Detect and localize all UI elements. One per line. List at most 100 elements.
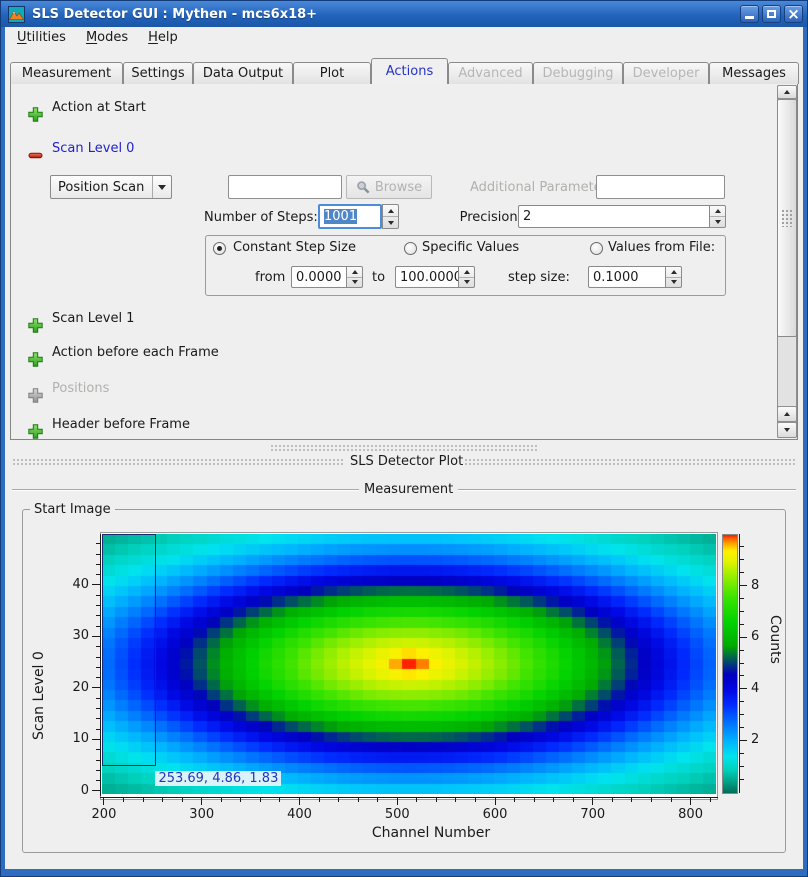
x-axis-minor-tick	[553, 798, 554, 802]
y-axis-minor-tick	[96, 564, 100, 565]
maximize-button[interactable]	[762, 5, 781, 23]
scan-level-0-item[interactable]: Scan Level 0	[52, 141, 134, 156]
x-axis-tick-label: 200	[84, 807, 124, 822]
from-value: 0.0000	[296, 270, 342, 285]
x-axis-minor-tick	[162, 798, 163, 802]
specific-values-label[interactable]: Specific Values	[422, 240, 519, 255]
y-axis-minor-tick	[96, 646, 100, 647]
colorbar-minor-tick	[740, 598, 744, 599]
x-axis-tick-label: 700	[573, 807, 613, 822]
tab-debugging[interactable]: Debugging	[533, 62, 623, 84]
tab-actions[interactable]: Actions	[371, 58, 448, 84]
spin-down-icon[interactable]	[459, 278, 474, 288]
number-of-steps-label: Number of Steps:	[204, 210, 316, 225]
browse-button[interactable]: Browse	[346, 175, 432, 199]
scroll-up-button[interactable]	[777, 85, 797, 99]
tab-advanced[interactable]: Advanced	[448, 62, 533, 84]
precision-arrows[interactable]	[709, 205, 726, 228]
precision-value: 2	[523, 209, 531, 224]
constant-step-size-label[interactable]: Constant Step Size	[233, 240, 356, 255]
spin-up-icon[interactable]	[666, 267, 681, 278]
actions-tab-page: Action at Start Scan Level 0 Position Sc…	[10, 83, 798, 440]
tab-settings[interactable]: Settings	[123, 62, 193, 84]
scroll-down-button[interactable]	[777, 422, 797, 438]
spin-up-icon[interactable]	[347, 267, 362, 278]
y-axis-minor-tick	[96, 770, 100, 771]
menu-modes[interactable]: Modes	[78, 28, 136, 47]
y-axis-tick-label: 40	[61, 577, 89, 592]
zoom-selection-rect[interactable]	[102, 534, 156, 766]
scroll-up-button-2[interactable]	[777, 406, 797, 422]
y-axis-minor-tick	[96, 677, 100, 678]
header-before-frame-item[interactable]: Header before Frame	[52, 417, 190, 432]
y-axis-tick-label: 10	[61, 731, 89, 746]
colorbar-tick-label: 2	[751, 732, 775, 747]
menu-help[interactable]: Help	[140, 28, 186, 47]
collapse-minus-icon	[28, 148, 43, 163]
constant-step-size-radio[interactable]	[213, 242, 226, 255]
number-of-steps-spinbox[interactable]: 1001	[318, 204, 399, 229]
step-size-spinbox[interactable]: 0.1000	[588, 266, 682, 288]
x-axis-tick-label: 800	[671, 807, 711, 822]
menu-bar: UtilitiesModesHelp	[5, 27, 803, 48]
x-axis-minor-tick	[240, 798, 241, 802]
values-from-file-radio[interactable]	[590, 242, 603, 255]
y-axis-tick	[92, 739, 100, 740]
splitter-handle[interactable]	[270, 444, 538, 451]
precision-spinbox[interactable]: 2	[518, 205, 726, 228]
tab-data-output[interactable]: Data Output	[193, 62, 293, 84]
from-spinbox[interactable]: 0.0000	[291, 266, 363, 288]
number-of-steps-arrows[interactable]	[382, 204, 399, 229]
tab-messages[interactable]: Messages	[709, 62, 799, 84]
tab-developer[interactable]: Developer	[623, 62, 709, 84]
colorbar-minor-tick	[740, 779, 744, 780]
dock-handle-texture-right	[464, 458, 796, 466]
specific-values-radio[interactable]	[404, 242, 417, 255]
spin-down-icon[interactable]	[710, 217, 725, 227]
window-title: SLS Detector GUI : Mythen - mcs6x18+	[32, 7, 317, 22]
scan-level-1-item[interactable]: Scan Level 1	[52, 311, 134, 326]
menu-utilities[interactable]: Utilities	[9, 28, 74, 47]
heatmap-canvas[interactable]	[102, 534, 716, 794]
spin-up-icon[interactable]	[383, 205, 398, 217]
y-axis-title: Scan Level 0	[31, 600, 47, 740]
to-spinbox[interactable]: 100.0000	[395, 266, 475, 288]
expand-plus-icon-disabled	[28, 388, 43, 403]
tab-plot[interactable]: Plot	[293, 62, 371, 84]
title-bar[interactable]: SLS Detector GUI : Mythen - mcs6x18+ ×	[1, 1, 807, 27]
x-axis-minor-tick	[338, 798, 339, 802]
values-from-file-label[interactable]: Values from File:	[608, 240, 715, 255]
scan-script-input[interactable]	[228, 175, 342, 199]
arrow-up-icon	[784, 90, 790, 94]
tab-measurement[interactable]: Measurement	[10, 62, 123, 84]
y-axis-line	[100, 534, 101, 796]
minimize-button[interactable]	[740, 5, 759, 23]
x-axis-minor-tick	[534, 798, 535, 802]
x-axis-minor-tick	[182, 798, 183, 802]
close-button[interactable]: ×	[784, 5, 803, 23]
spin-up-icon[interactable]	[710, 206, 725, 217]
precision-label: Precision:	[458, 210, 522, 225]
to-arrows[interactable]	[458, 266, 475, 288]
step-size-label: step size:	[508, 270, 570, 285]
spin-down-icon[interactable]	[383, 217, 398, 228]
spin-up-icon[interactable]	[459, 267, 474, 278]
action-at-start-item[interactable]: Action at Start	[52, 100, 146, 115]
heatmap-frame	[100, 532, 718, 800]
colorbar-minor-tick	[740, 714, 744, 715]
colorbar-minor-tick	[740, 675, 744, 676]
colorbar-tick-label: 8	[751, 578, 775, 593]
scan-mode-select[interactable]: Position Scan	[50, 175, 172, 199]
expand-plus-icon	[28, 107, 43, 122]
step-size-arrows[interactable]	[665, 266, 682, 288]
x-axis-minor-tick	[514, 798, 515, 802]
x-axis-minor-tick	[279, 798, 280, 802]
x-axis-tick	[201, 798, 202, 805]
scrollbar-thumb[interactable]	[777, 99, 797, 337]
additional-parameter-input[interactable]	[596, 175, 725, 199]
x-axis-minor-tick	[651, 798, 652, 802]
spin-down-icon[interactable]	[666, 278, 681, 288]
action-before-each-frame-item[interactable]: Action before each Frame	[52, 345, 219, 360]
from-arrows[interactable]	[346, 266, 363, 288]
spin-down-icon[interactable]	[347, 278, 362, 288]
